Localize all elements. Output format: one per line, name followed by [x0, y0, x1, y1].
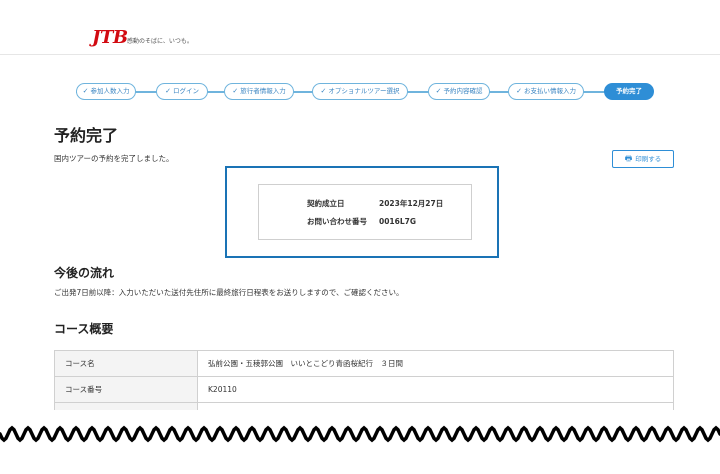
step-payment: ✓ お支払い情報入力 — [508, 83, 584, 100]
step-label: ログイン — [172, 87, 199, 95]
site-header: JTB 感動のそばに、いつも。 — [0, 0, 720, 55]
table-value-cell: K20110 — [197, 376, 674, 403]
check-icon: ✓ — [435, 87, 442, 95]
wavy-cut-line-icon — [0, 425, 720, 443]
printer-icon: 🖶 — [624, 154, 633, 163]
jtb-logo[interactable]: JTB — [92, 27, 128, 48]
page-title: 予約完了 — [54, 126, 119, 145]
course-overview-title: コース概要 — [54, 322, 114, 336]
contract-date-value: 2023年12月27日 — [379, 199, 444, 208]
progress-stepper: ✓ 参加人数入力 ✓ ログイン ✓ 旅行者情報入力 ✓ オプショナルツアー選択 ✓ 予約内… — [76, 83, 654, 100]
next-steps-text: ご出発7日前以降：入力いただいた送付先住所に最終旅行日程表をお送りしますので、ご… — [54, 288, 404, 297]
step-confirm: ✓ 予約内容確認 — [428, 83, 490, 100]
step-optional-tour: ✓ オプショナルツアー選択 — [312, 83, 408, 100]
table-row: コース名 弘前公園・五稜郭公園 いいとこどり青函桜紀行 ３日間 — [54, 350, 674, 377]
check-icon: ✓ — [516, 87, 522, 95]
check-icon: ✓ — [82, 87, 89, 95]
step-participants: ✓ 参加人数入力 — [76, 83, 136, 100]
table-header-cell: コース番号 — [54, 376, 198, 403]
reservation-result-panel: 契約成立日 2023年12月27日 お問い合わせ番号 0016L7G — [225, 166, 499, 258]
print-button[interactable]: 🖶 印刷する — [612, 150, 674, 168]
step-label: 予約完了 — [616, 87, 642, 95]
table-header-cell: コース名 — [54, 350, 198, 377]
contract-date-row: 契約成立日 2023年12月27日 — [307, 198, 443, 209]
reservation-result-box: 契約成立日 2023年12月27日 お問い合わせ番号 0016L7G — [258, 184, 472, 240]
torn-edge — [0, 410, 720, 470]
brand-tagline: 感動のそばに、いつも。 — [127, 38, 193, 45]
step-label: 旅行者情報入力 — [240, 87, 286, 95]
print-button-label: 印刷する — [635, 155, 662, 163]
step-label: 参加人数入力 — [90, 87, 130, 95]
inquiry-number-value: 0016L7G — [379, 217, 417, 226]
step-label: 予約内容確認 — [443, 87, 483, 95]
step-complete: 予約完了 — [604, 83, 654, 100]
contract-date-label: 契約成立日 — [307, 199, 345, 208]
step-label: お支払い情報入力 — [523, 87, 576, 95]
step-traveler-info: ✓ 旅行者情報入力 — [224, 83, 294, 100]
inquiry-number-row: お問い合わせ番号 0016L7G — [307, 216, 416, 227]
step-label: オプショナルツアー選択 — [328, 87, 400, 95]
check-icon: ✓ — [320, 87, 327, 95]
check-icon: ✓ — [165, 87, 171, 95]
completion-message: 国内ツアーの予約を完了しました。 — [54, 154, 174, 163]
inquiry-number-label: お問い合わせ番号 — [307, 217, 367, 226]
table-value-cell: 弘前公園・五稜郭公園 いいとこどり青函桜紀行 ３日間 — [197, 350, 674, 377]
next-steps-title: 今後の流れ — [54, 266, 115, 280]
table-row: コース番号 K20110 — [54, 376, 674, 403]
check-icon: ✓ — [232, 87, 239, 95]
step-login: ✓ ログイン — [156, 83, 208, 100]
